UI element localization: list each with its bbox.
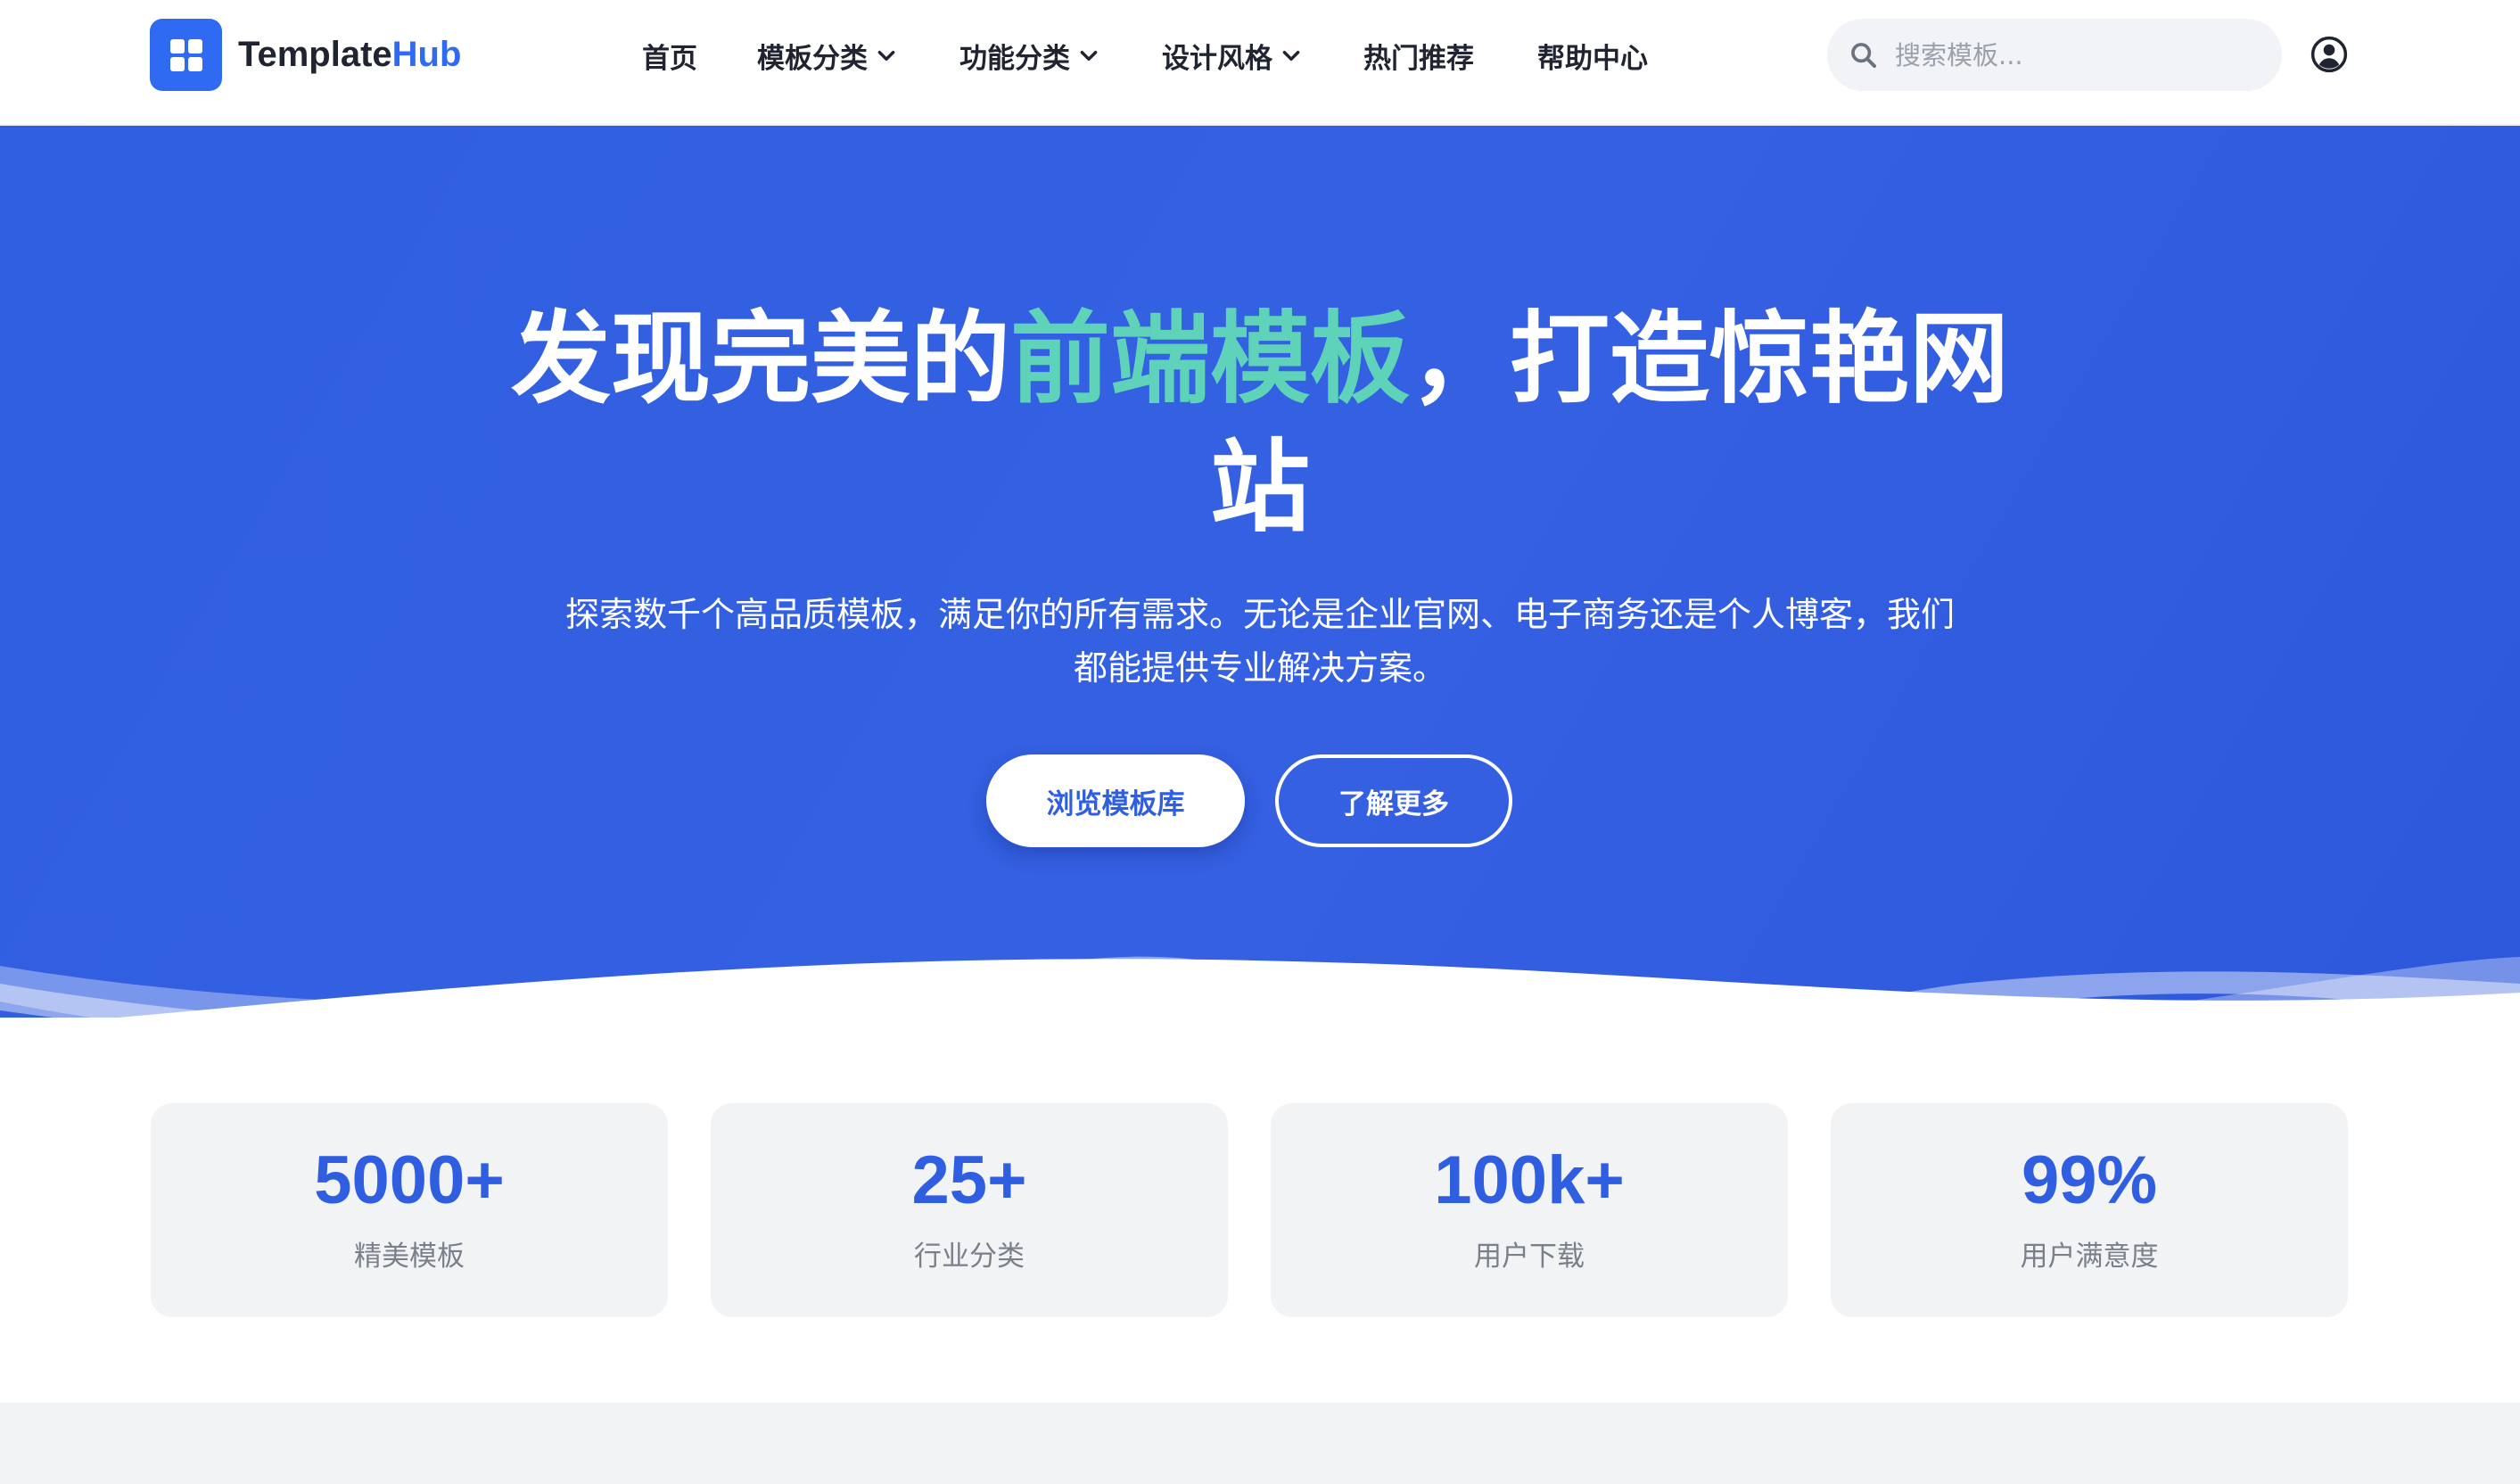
nav-item-template-categories[interactable]: 模板分类 bbox=[757, 36, 898, 75]
stat-value: 99% bbox=[2021, 1142, 2158, 1218]
stat-label: 用户满意度 bbox=[2020, 1241, 2159, 1273]
hero-subtitle: 探索数千个高品质模板，满足你的所有需求。无论是企业官网、电子商务还是个人博客，我… bbox=[564, 595, 1955, 688]
nav-item-feature-categories[interactable]: 功能分类 bbox=[959, 36, 1100, 75]
stat-label: 行业分类 bbox=[914, 1241, 1025, 1273]
chevron-down-icon bbox=[877, 51, 895, 62]
stat-value: 5000+ bbox=[314, 1142, 505, 1218]
brand-name: TemplateHub bbox=[238, 35, 462, 74]
browse-templates-button[interactable]: 浏览模板库 bbox=[986, 754, 1245, 847]
nav-item-help-center[interactable]: 帮助中心 bbox=[1537, 36, 1648, 75]
nav-item-design-styles[interactable]: 设计风格 bbox=[1162, 36, 1303, 75]
search-icon bbox=[1851, 42, 1877, 68]
chevron-down-icon bbox=[1282, 51, 1300, 62]
grid-logo-icon bbox=[150, 19, 222, 91]
stat-label: 精美模板 bbox=[354, 1241, 465, 1273]
stat-card: 25+ 行业分类 bbox=[711, 1103, 1228, 1317]
stats-section: 5000+ 精美模板 25+ 行业分类 100k+ 用户下载 99% 用户满意度 bbox=[0, 1018, 2520, 1403]
brand-logo[interactable]: TemplateHub bbox=[150, 19, 461, 91]
stat-label: 用户下载 bbox=[1474, 1241, 1585, 1273]
site-header: TemplateHub 首页 模板分类 功能分类 设计风格 热门推荐 帮助中心 bbox=[0, 0, 2520, 126]
stat-card: 100k+ 用户下载 bbox=[1271, 1103, 1788, 1317]
stat-card: 5000+ 精美模板 bbox=[151, 1103, 668, 1317]
chevron-down-icon bbox=[1080, 51, 1098, 62]
next-section-band bbox=[0, 1403, 2520, 1484]
stat-value: 100k+ bbox=[1434, 1142, 1625, 1218]
learn-more-button[interactable]: 了解更多 bbox=[1275, 754, 1512, 847]
search-box[interactable] bbox=[1827, 19, 2282, 91]
hero-section: 发现完美的前端模板，打造惊艳网站 探索数千个高品质模板，满足你的所有需求。无论是… bbox=[0, 126, 2520, 1144]
stat-value: 25+ bbox=[911, 1142, 1027, 1218]
hero-title-highlight: 前端模板 bbox=[1010, 301, 1410, 417]
nav-item-popular[interactable]: 热门推荐 bbox=[1363, 36, 1474, 75]
hero-title: 发现完美的前端模板，打造惊艳网站 bbox=[511, 301, 2009, 546]
user-circle-icon[interactable] bbox=[2310, 36, 2348, 73]
stat-card: 99% 用户满意度 bbox=[1831, 1103, 2348, 1317]
search-input[interactable] bbox=[1895, 39, 2252, 70]
nav-item-home[interactable]: 首页 bbox=[642, 36, 697, 75]
